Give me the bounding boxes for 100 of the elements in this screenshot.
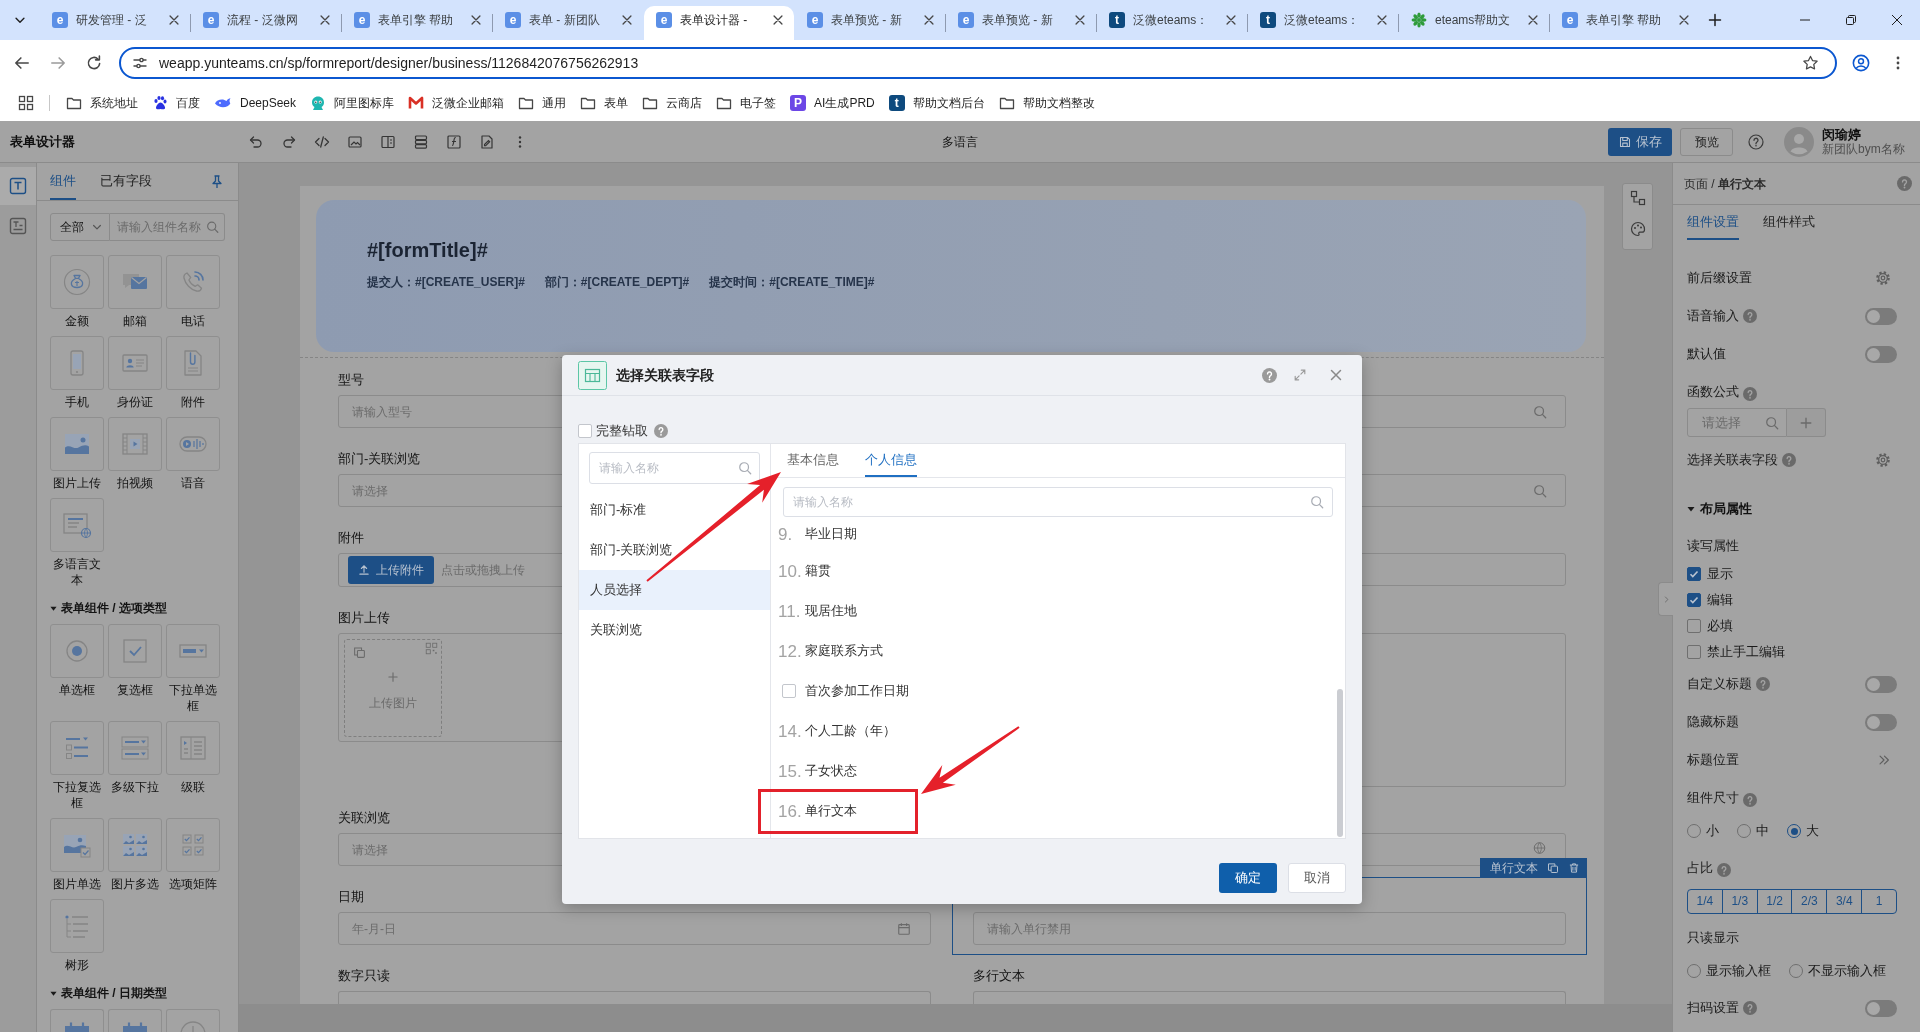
plus-icon[interactable] — [1707, 12, 1723, 28]
component-tile[interactable] — [50, 899, 104, 953]
add-button[interactable] — [1787, 408, 1826, 437]
bookmark[interactable]: DeepSeek — [207, 89, 304, 117]
document-edit-icon[interactable] — [479, 133, 495, 150]
tab[interactable]: 组件样式 — [1763, 205, 1815, 240]
copy-icon[interactable] — [353, 646, 366, 659]
browser-tab[interactable]: e 表单 - 新团队 — [493, 6, 643, 40]
split-panel-icon[interactable] — [380, 133, 396, 150]
bookmark[interactable]: 通用 — [511, 89, 574, 117]
collapse-handle[interactable] — [1658, 582, 1673, 616]
pin-icon[interactable] — [209, 173, 225, 190]
field-option[interactable]: 12. 家庭联系方式 — [771, 631, 1345, 671]
redo-icon[interactable] — [281, 133, 297, 150]
source-item[interactable]: 关联浏览 — [579, 610, 770, 650]
browser-tab[interactable]: eteams帮助文 — [1399, 6, 1549, 40]
code-icon[interactable] — [314, 133, 330, 150]
grid-squares-icon[interactable] — [425, 642, 438, 655]
picture-frame-icon[interactable] — [347, 133, 363, 150]
help-icon[interactable] — [1743, 309, 1757, 323]
expand-icon[interactable] — [1293, 368, 1307, 382]
browser-tab[interactable]: e 表单引擎 帮助 — [1550, 6, 1700, 40]
field-option[interactable]: 首次参加工作日期 — [771, 671, 1345, 711]
caret-down-icon[interactable] — [1687, 505, 1695, 513]
component-tile[interactable] — [50, 1009, 104, 1032]
close-icon[interactable] — [922, 13, 936, 27]
close-icon[interactable] — [1073, 13, 1087, 27]
component-tile[interactable] — [108, 818, 162, 872]
field-option[interactable]: 14. 个人工龄（年） — [771, 711, 1345, 751]
field-option[interactable]: 9. 毕业日期 — [771, 517, 1345, 551]
search-icon[interactable] — [1765, 415, 1779, 430]
category-dropdown[interactable]: 全部 — [50, 213, 110, 241]
checkbox[interactable] — [1687, 593, 1701, 607]
bookmark[interactable]: 泛微企业邮箱 — [401, 89, 512, 117]
apps-grid-icon[interactable] — [18, 95, 34, 111]
toggle-switch[interactable] — [1865, 345, 1897, 363]
field-option[interactable]: 10. 籍贯 — [771, 551, 1345, 591]
component-tile[interactable] — [108, 624, 162, 678]
browser-tab[interactable]: t 泛微eteams： — [1097, 6, 1247, 40]
component-tile[interactable] — [166, 721, 220, 775]
radio-button[interactable] — [1687, 964, 1701, 978]
tab[interactable]: 已有字段 — [100, 163, 152, 200]
field-option[interactable]: 11. 现居住地 — [771, 591, 1345, 631]
upload-button[interactable]: 上传附件 — [348, 556, 434, 584]
close-icon[interactable] — [1677, 13, 1691, 27]
checkbox[interactable] — [1687, 567, 1701, 581]
bookmark[interactable]: 帮助文档整改 — [991, 89, 1102, 117]
trash-icon[interactable] — [1568, 862, 1580, 874]
component-tile[interactable] — [166, 417, 220, 471]
close-icon[interactable] — [620, 13, 634, 27]
toggle-switch[interactable] — [1865, 999, 1897, 1017]
caret-down-icon[interactable] — [50, 989, 57, 997]
help-icon[interactable] — [1717, 863, 1731, 877]
address-field[interactable]: weapp.yunteams.cn/sp/formreport/designer/business/1126842076756262913 — [119, 46, 1837, 79]
radio-button[interactable] — [1687, 824, 1701, 838]
component-tile[interactable] — [108, 255, 162, 309]
field-option[interactable]: 16. 单行文本 — [771, 791, 1345, 831]
reload-icon[interactable] — [85, 53, 103, 72]
profile-icon[interactable] — [1852, 53, 1870, 72]
browser-tab[interactable]: e 流程 - 泛微网 — [191, 6, 341, 40]
copy-icon[interactable] — [1547, 862, 1559, 874]
help-icon[interactable] — [1897, 176, 1912, 191]
component-tile[interactable] — [108, 721, 162, 775]
close-icon[interactable] — [167, 13, 181, 27]
component-tile[interactable] — [108, 417, 162, 471]
component-tile[interactable] — [166, 1009, 220, 1032]
search-icon[interactable] — [1533, 483, 1547, 498]
radio-button[interactable] — [1737, 824, 1751, 838]
stacked-layers-icon[interactable] — [413, 133, 429, 150]
toggle-switch[interactable] — [1865, 307, 1897, 325]
scrollbar[interactable] — [1337, 689, 1343, 837]
bookmark[interactable]: P AI生成PRD — [783, 89, 882, 117]
checkbox[interactable] — [1687, 619, 1701, 633]
search-icon[interactable] — [206, 220, 219, 234]
flowchart-icon[interactable] — [1629, 190, 1646, 206]
palette-icon[interactable] — [1629, 221, 1646, 237]
help-icon[interactable] — [1743, 793, 1757, 807]
help-icon[interactable] — [1743, 387, 1757, 401]
help-icon[interactable] — [1262, 367, 1277, 383]
component-tile[interactable] — [50, 624, 104, 678]
close-icon[interactable] — [1224, 13, 1238, 27]
bookmark[interactable]: 百度 — [145, 89, 207, 117]
save-button[interactable]: 保存 — [1608, 127, 1672, 156]
component-tile[interactable] — [50, 818, 104, 872]
function-box-icon[interactable] — [446, 133, 462, 150]
source-item[interactable]: 部门-标准 — [579, 490, 770, 530]
close-icon[interactable] — [1526, 13, 1540, 27]
close-icon[interactable] — [318, 13, 332, 27]
browser-tab[interactable]: e 表单引擎 帮助 — [342, 6, 492, 40]
bookmark[interactable]: 表单 — [573, 89, 636, 117]
search-field[interactable]: 请输入名称 — [589, 452, 760, 484]
confirm-button[interactable]: 确定 — [1219, 863, 1277, 893]
browser-tab[interactable]: e 表单预览 - 新 — [946, 6, 1096, 40]
component-tile[interactable] — [166, 624, 220, 678]
gear-icon[interactable] — [1875, 452, 1891, 468]
browser-tab[interactable]: t 泛微eteams： — [1248, 6, 1398, 40]
help-icon[interactable] — [1782, 453, 1796, 467]
component-tile[interactable] — [50, 498, 104, 552]
source-item[interactable]: 人员选择 — [579, 570, 770, 610]
help-icon[interactable] — [1756, 677, 1770, 691]
